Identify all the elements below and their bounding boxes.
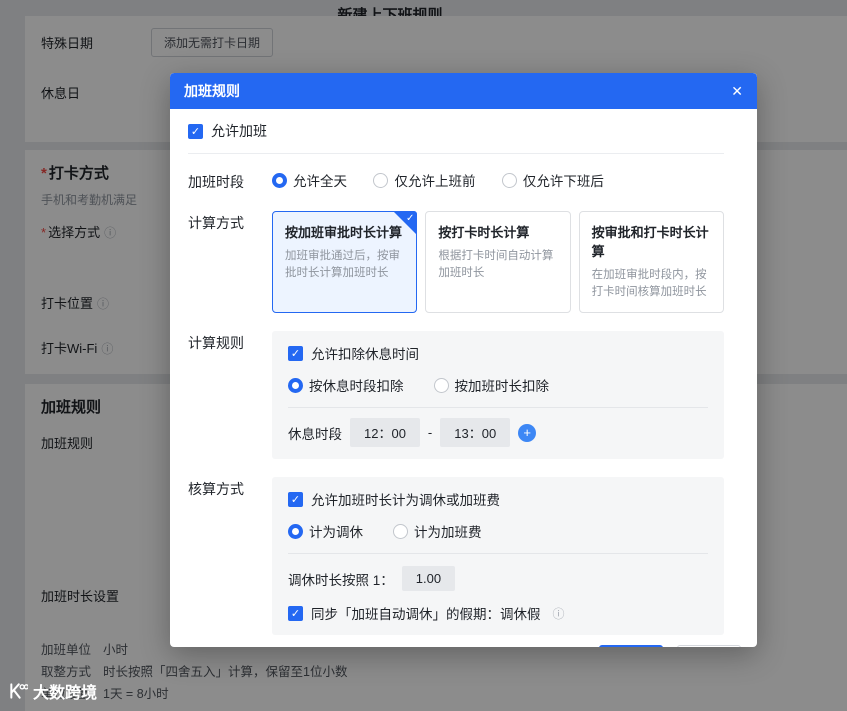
close-icon[interactable] [731,84,743,98]
radio-control[interactable] [288,523,303,539]
allow-settle-checkbox[interactable] [288,491,303,507]
overtime-period-label: 加班时段 [188,174,244,190]
divider [288,553,708,555]
calc-rule-panel: 允许扣除休息时间 按休息时段扣除 按加班时长扣除 [272,331,724,460]
rest-period-row: 休息时段 12：00 - 13：00 [288,418,708,448]
range-separator: - [427,425,433,441]
deduct-mode-options: 按休息时段扣除 按加班时长扣除 [288,375,708,395]
rest-start-input[interactable]: 12：00 [350,418,420,448]
radio-control[interactable] [433,377,449,393]
save-button[interactable]: 保存 [598,645,663,647]
card-desc: 加班审批通过后，按审批时长计算加班时长 [285,249,400,280]
calc-method-row: 计算方式 按加班审批时长计算 加班审批通过后，按审批时长计算加班时长 按打卡时长… [188,210,724,314]
card-title: 按打卡时长计算 [438,224,530,240]
allow-settle-label: 允许加班时长计为调休或加班费 [311,493,500,509]
calc-method-label: 计算方式 [188,214,244,231]
calc-card-approval-duration[interactable]: 按加班审批时长计算 加班审批通过后，按审批时长计算加班时长 [272,210,418,314]
card-title: 按加班审批时长计算 [285,224,403,240]
modal-footer: 保存 取消 [170,645,757,647]
overtime-rules-modal: 加班规则 允许加班 加班时段 允许全天 仅允许上班前 [170,73,757,647]
cancel-button[interactable]: 取消 [676,645,741,647]
rest-period-label: 休息时段 [288,426,342,442]
screen: 新建上下班规则 特殊日期 添加无需打卡日期 休息日 *打卡方式 手机和考勤机满足… [0,0,847,711]
selected-check-icon [406,213,414,224]
radio-label: 按加班时长扣除 [454,379,550,395]
settle-method-label: 核算方式 [188,481,244,498]
ratio-input[interactable]: 1.00 [401,566,456,592]
deduct-rest-row: 允许扣除休息时间 [288,343,708,363]
radio-option-by-overtime-duration[interactable]: 按加班时长扣除 [433,375,550,395]
divider [288,407,708,409]
radio-control[interactable] [272,172,287,188]
deduct-rest-checkbox[interactable] [288,345,303,361]
brand-watermark-text: 大数跨境 [33,685,98,702]
modal-header: 加班规则 [170,73,757,109]
allow-overtime-checkbox[interactable] [188,123,203,139]
radio-label: 允许全天 [293,174,347,189]
brand-logo-icon [10,683,28,699]
radio-control[interactable] [393,523,408,539]
add-rest-period-button[interactable] [518,423,537,442]
calc-card-approval-and-clock[interactable]: 按审批和打卡时长计算 在加班审批时段内，按打卡时间核算加班时长 [578,210,724,314]
card-title: 按审批和打卡时长计算 [591,224,709,259]
radio-option-time-off[interactable]: 计为调休 [288,521,363,541]
calc-rule-label: 计算规则 [188,335,244,352]
allow-overtime-label: 允许加班 [211,123,267,139]
modal-title: 加班规则 [184,83,240,99]
radio-option-after-work[interactable]: 仅允许下班后 [501,170,604,190]
ratio-label: 调休时长按照 1： [288,572,394,588]
radio-option-overtime-pay[interactable]: 计为加班费 [393,521,482,541]
calc-card-clock-duration[interactable]: 按打卡时长计算 根据打卡时间自动计算加班时长 [425,210,571,314]
radio-label: 计为加班费 [414,525,482,541]
sync-holiday-checkbox[interactable] [288,605,303,621]
calc-rule-row: 计算规则 允许扣除休息时间 按休息时段扣除 按加班时长扣除 [188,331,724,460]
modal-body: 允许加班 加班时段 允许全天 仅允许上班前 仅允许下班后 [170,109,757,636]
radio-control[interactable] [373,172,389,188]
brand-watermark: 大数跨境 [8,679,97,703]
rest-end-input[interactable]: 13：00 [440,418,511,448]
radio-control[interactable] [501,172,517,188]
ratio-row: 调休时长按照 1： 1.00 [288,566,708,592]
radio-label: 仅允许上班前 [394,174,476,189]
card-desc: 在加班审批时段内，按打卡时间核算加班时长 [591,268,707,299]
divider [188,153,724,154]
settle-mode-options: 计为调休 计为加班费 [288,521,708,541]
info-icon[interactable] [553,605,565,622]
allow-overtime-row: 允许加班 [188,121,724,141]
radio-control[interactable] [288,377,303,393]
radio-label: 按休息时段扣除 [309,379,404,395]
allow-settle-row: 允许加班时长计为调休或加班费 [288,489,708,509]
sync-holiday-row: 同步「加班自动调休」的假期：调休假 [288,603,708,623]
radio-label: 计为调休 [309,525,363,541]
overtime-period-row: 加班时段 允许全天 仅允许上班前 仅允许下班后 [188,170,724,193]
settle-method-row: 核算方式 允许加班时长计为调休或加班费 计为调休 计为加班费 [188,477,724,636]
sync-holiday-label: 同步「加班自动调休」的假期：调休假 [311,607,541,623]
calc-method-cards: 按加班审批时长计算 加班审批通过后，按审批时长计算加班时长 按打卡时长计算 根据… [272,210,724,314]
radio-option-by-rest-period[interactable]: 按休息时段扣除 [288,375,404,395]
radio-label: 仅允许下班后 [522,174,604,189]
radio-option-all-day[interactable]: 允许全天 [272,170,347,190]
overtime-period-options: 允许全天 仅允许上班前 仅允许下班后 [272,170,724,193]
deduct-rest-label: 允许扣除休息时间 [311,347,419,363]
card-desc: 根据打卡时间自动计算加班时长 [438,249,554,280]
radio-option-before-work[interactable]: 仅允许上班前 [373,170,475,190]
settle-method-panel: 允许加班时长计为调休或加班费 计为调休 计为加班费 [272,477,724,636]
